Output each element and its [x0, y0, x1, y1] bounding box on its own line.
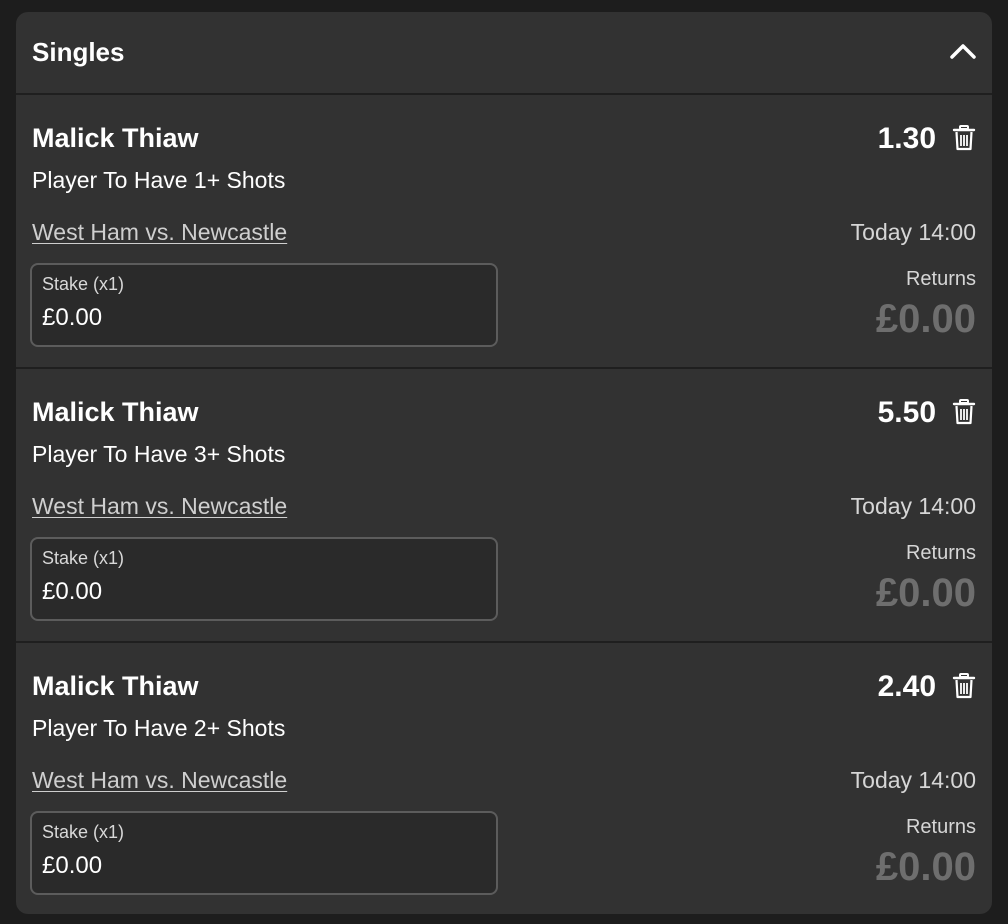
stake-label: Stake (x1)	[42, 822, 125, 842]
returns-label: Returns	[905, 816, 976, 838]
event-time: Today 14:00	[850, 767, 976, 793]
odds-value: 5.50	[877, 396, 936, 429]
player-name: Malick Thiaw	[32, 397, 199, 427]
event-time: Today 14:00	[850, 219, 976, 245]
returns-label: Returns	[905, 268, 976, 290]
stake-label: Stake (x1)	[42, 274, 125, 294]
singles-panel: Singles Malick Thiaw Player To Have 1+ S…	[16, 12, 992, 914]
market-name: Player To Have 2+ Shots	[32, 715, 286, 741]
player-name: Malick Thiaw	[32, 123, 199, 153]
odds-value: 1.30	[877, 122, 936, 155]
event-link[interactable]: West Ham vs. Newcastle	[32, 766, 287, 794]
event-time: Today 14:00	[850, 493, 976, 519]
bet-slip-item: Malick Thiaw Player To Have 3+ Shots Wes…	[16, 369, 992, 643]
section-title: Singles	[32, 37, 125, 67]
stake-input[interactable]: Stake (x1) £0.00	[30, 263, 498, 347]
odds-value: 2.40	[877, 670, 936, 703]
trash-icon[interactable]	[952, 673, 976, 699]
event-link[interactable]: West Ham vs. Newcastle	[32, 218, 287, 246]
bet-slip-item: Malick Thiaw Player To Have 2+ Shots Wes…	[16, 643, 992, 914]
returns-value: £0.00	[875, 571, 976, 615]
returns-value: £0.00	[875, 845, 976, 889]
returns-label: Returns	[905, 542, 976, 564]
trash-icon[interactable]	[952, 399, 976, 425]
trash-icon[interactable]	[952, 125, 976, 151]
bet-slip-item: Malick Thiaw Player To Have 1+ Shots Wes…	[16, 95, 992, 369]
stake-value[interactable]: £0.00	[42, 577, 102, 607]
stake-value[interactable]: £0.00	[42, 303, 102, 333]
stake-input[interactable]: Stake (x1) £0.00	[30, 537, 498, 621]
chevron-up-icon[interactable]	[948, 36, 978, 66]
returns-value: £0.00	[875, 297, 976, 341]
market-name: Player To Have 1+ Shots	[32, 167, 286, 193]
stake-value[interactable]: £0.00	[42, 851, 102, 881]
stake-input[interactable]: Stake (x1) £0.00	[30, 811, 498, 895]
stake-label: Stake (x1)	[42, 548, 125, 568]
event-link[interactable]: West Ham vs. Newcastle	[32, 492, 287, 520]
player-name: Malick Thiaw	[32, 671, 199, 701]
singles-header[interactable]: Singles	[16, 12, 992, 95]
market-name: Player To Have 3+ Shots	[32, 441, 286, 467]
